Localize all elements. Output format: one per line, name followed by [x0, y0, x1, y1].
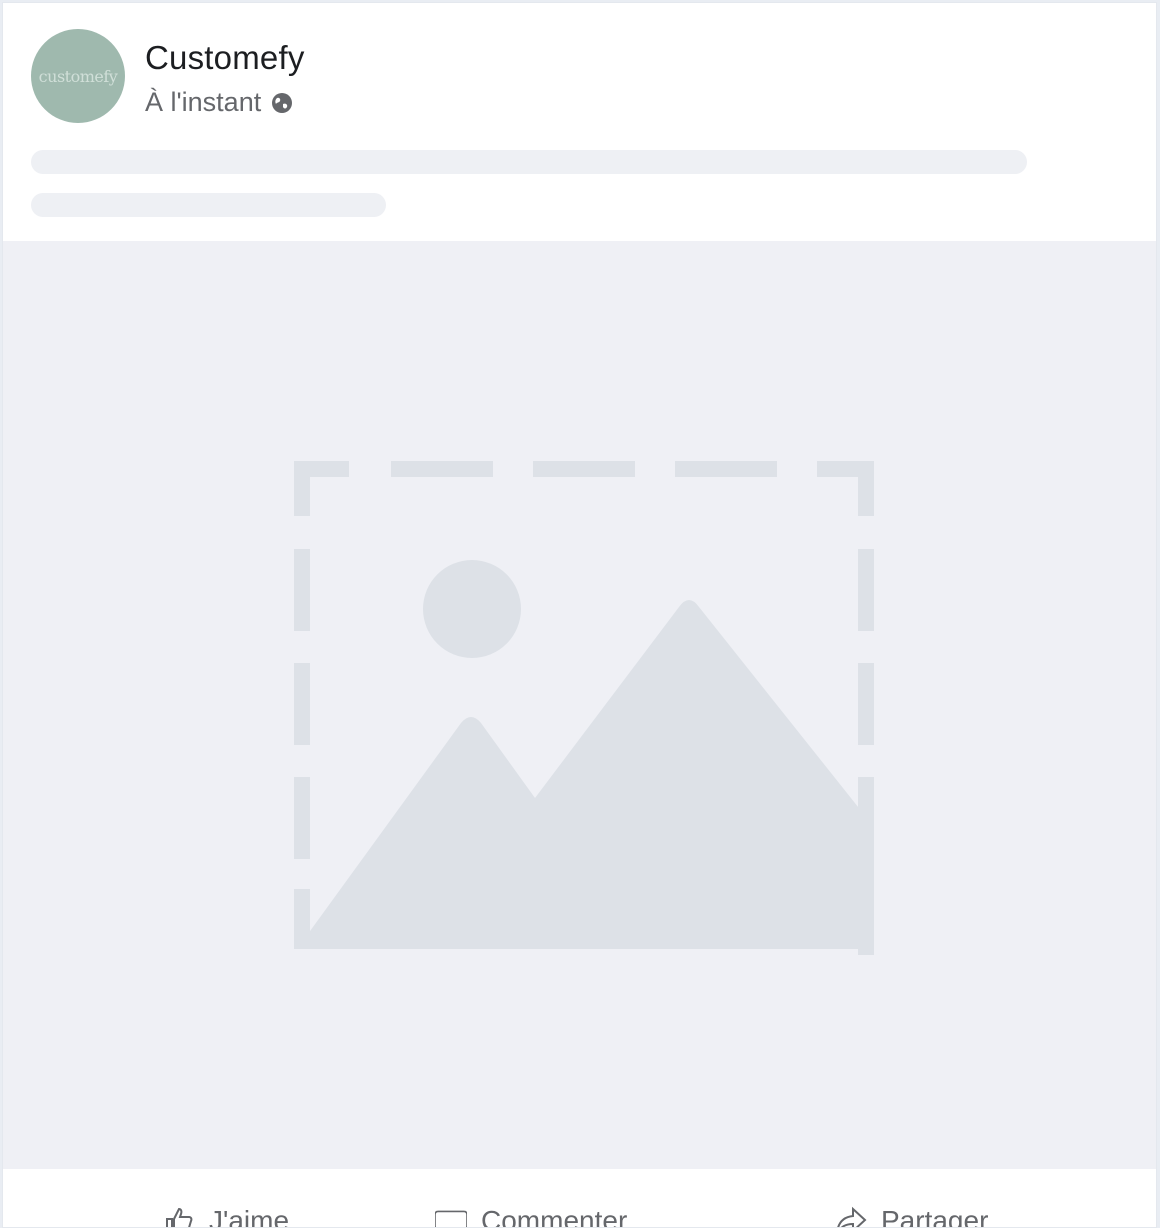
post-header: customefy Customefy À l'instant: [3, 3, 1156, 241]
like-icon: [166, 1207, 193, 1227]
post-media[interactable]: [3, 241, 1156, 1169]
post-card: customefy Customefy À l'instant J'aime C…: [2, 2, 1157, 1228]
comment-icon: [435, 1210, 467, 1227]
share-label: Partager: [881, 1205, 989, 1228]
post-meta: À l'instant: [145, 87, 293, 118]
image-placeholder-icon: [294, 461, 874, 955]
comment-label: Commenter: [481, 1205, 628, 1228]
avatar-logo-text: customefy: [38, 66, 118, 86]
comment-button[interactable]: Commenter: [435, 1205, 628, 1228]
avatar[interactable]: customefy: [31, 29, 125, 123]
like-label: J'aime: [209, 1205, 290, 1228]
globe-icon: [272, 92, 293, 113]
post-time[interactable]: À l'instant: [145, 87, 261, 118]
text-skeleton-line: [31, 150, 1027, 174]
like-button[interactable]: J'aime: [163, 1205, 290, 1228]
share-button[interactable]: Partager: [835, 1205, 989, 1228]
page-name[interactable]: Customefy: [145, 39, 305, 77]
post-actions: J'aime Commenter Partager: [3, 1169, 1156, 1228]
text-skeleton-line: [31, 193, 386, 217]
share-icon: [837, 1206, 867, 1227]
